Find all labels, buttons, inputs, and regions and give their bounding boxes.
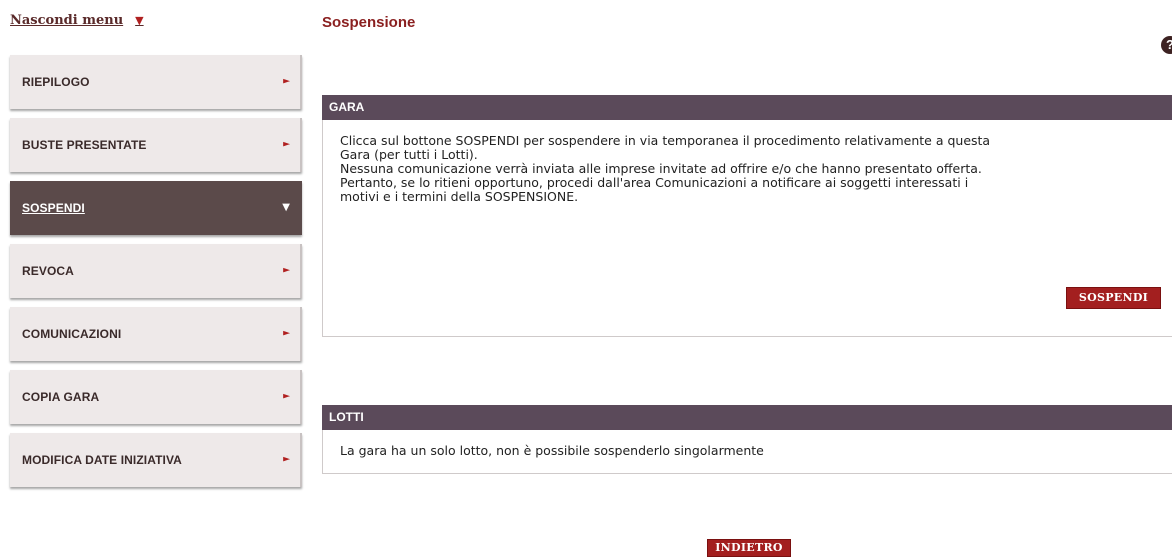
gara-text-line: motivi e i termini della SOSPENSIONE. [340, 189, 579, 204]
gara-panel: GARA Clicca sul bottone SOSPENDI per sos… [322, 95, 1172, 337]
sidebar-item-sospendi[interactable]: SOSPENDI ▼ [10, 181, 302, 235]
sidebar-item-copia-gara[interactable]: COPIA GARA ► [10, 370, 302, 424]
gara-panel-header: GARA [322, 95, 1172, 120]
gara-description: Clicca sul bottone SOSPENDI per sospende… [323, 120, 1172, 204]
sidebar-item-label: COPIA GARA [22, 390, 100, 404]
hide-menu-toggle[interactable]: Nascondi menu ▼ [10, 13, 144, 28]
arrow-down-icon: ▼ [282, 201, 290, 213]
page-title: Sospensione [322, 14, 416, 31]
hide-menu-label[interactable]: Nascondi menu [10, 13, 123, 28]
sidebar-item-label: MODIFICA DATE INIZIATIVA [22, 453, 182, 467]
gara-text-line: Nessuna comunicazione verrà inviata alle… [340, 161, 982, 176]
lotti-message: La gara ha un solo lotto, non è possibil… [340, 443, 764, 458]
sidebar-item-label: BUSTE PRESENTATE [22, 138, 147, 152]
lotti-panel: LOTTI La gara ha un solo lotto, non è po… [322, 405, 1172, 474]
gara-text-line: Clicca sul bottone SOSPENDI per sospende… [340, 133, 991, 148]
sidebar-item-comunicazioni[interactable]: COMUNICAZIONI ► [10, 307, 302, 361]
sospendi-button[interactable]: SOSPENDI [1066, 287, 1161, 309]
sidebar-item-modifica-date-iniziativa[interactable]: MODIFICA DATE INIZIATIVA ► [10, 433, 302, 487]
sidebar-item-label: COMUNICAZIONI [22, 327, 122, 341]
gara-text-line: Pertanto, se lo ritieni opportuno, proce… [340, 175, 969, 190]
gara-text-line: Gara (per tutti i Lotti). [340, 147, 478, 162]
lotti-panel-header: LOTTI [322, 405, 1172, 430]
sidebar-item-riepilogo[interactable]: RIEPILOGO ► [10, 55, 302, 109]
help-icon[interactable]: ? [1161, 36, 1172, 54]
arrow-right-icon: ► [283, 76, 290, 87]
sidebar-item-label: REVOCA [22, 264, 74, 278]
sidebar-item-buste-presentate[interactable]: BUSTE PRESENTATE ► [10, 118, 302, 172]
arrow-right-icon: ► [283, 391, 290, 402]
sidebar-item-label: SOSPENDI [22, 201, 85, 215]
arrow-right-icon: ► [283, 328, 290, 339]
arrow-right-icon: ► [283, 454, 290, 465]
sidebar-item-revoca[interactable]: REVOCA ► [10, 244, 302, 298]
sidebar-menu: RIEPILOGO ► BUSTE PRESENTATE ► SOSPENDI … [10, 55, 302, 496]
sidebar-item-label: RIEPILOGO [22, 75, 90, 89]
back-button[interactable]: INDIETRO [707, 539, 791, 557]
chevron-down-icon: ▼ [135, 14, 144, 27]
arrow-right-icon: ► [283, 139, 290, 150]
arrow-right-icon: ► [283, 265, 290, 276]
